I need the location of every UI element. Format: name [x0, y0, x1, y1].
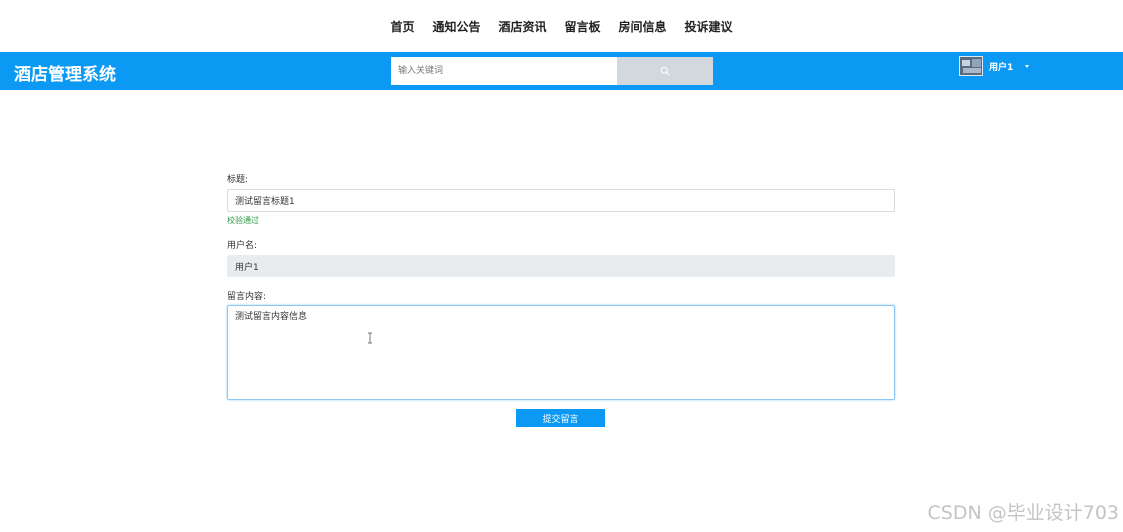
content-label: 留言内容: [227, 292, 267, 302]
top-nav: 首页 通知公告 酒店资讯 留言板 房间信息 投诉建议 [0, 0, 1123, 52]
search-icon [660, 66, 670, 76]
header-bar: 酒店管理系统 用户1 [0, 52, 1123, 90]
nav-announcements[interactable]: 通知公告 [432, 18, 480, 35]
content-textarea[interactable]: 测试留言内容信息 [227, 305, 895, 400]
user-name[interactable]: 用户1 [989, 60, 1013, 73]
nav-hotel-news[interactable]: 酒店资讯 [498, 18, 546, 35]
title-validation-message: 校验通过 [227, 216, 259, 225]
avatar[interactable] [959, 56, 983, 76]
nav-home[interactable]: 首页 [390, 18, 414, 35]
caret-down-icon[interactable] [1025, 64, 1030, 68]
submit-message-button[interactable]: 提交留言 [516, 409, 605, 427]
site-title: 酒店管理系统 [14, 65, 116, 85]
nav-message-board[interactable]: 留言板 [565, 18, 601, 35]
search-button[interactable] [617, 57, 713, 85]
title-field[interactable] [227, 189, 895, 212]
title-label: 标题: [227, 175, 249, 185]
watermark: CSDN @毕业设计703 [927, 502, 1119, 524]
user-menu[interactable]: 用户1 [959, 56, 1030, 76]
text-cursor-icon [368, 332, 372, 344]
nav-complaints[interactable]: 投诉建议 [685, 18, 733, 35]
username-field [227, 255, 895, 277]
username-label: 用户名: [227, 241, 258, 251]
nav-room-info[interactable]: 房间信息 [619, 18, 667, 35]
search-input[interactable] [391, 57, 617, 85]
